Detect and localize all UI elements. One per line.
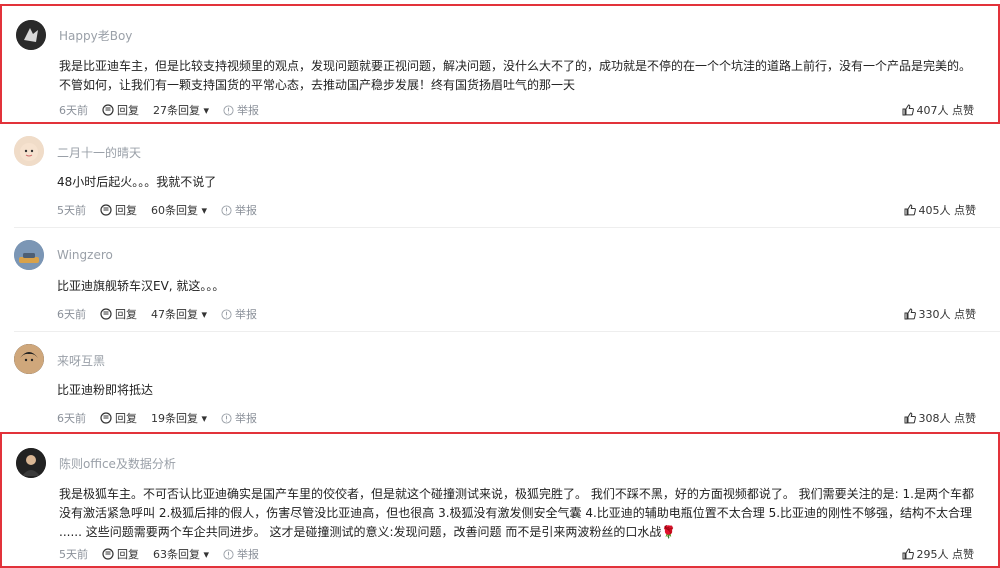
reply-count: 47条回复	[151, 308, 198, 321]
timestamp: 6天前	[57, 308, 86, 321]
username[interactable]: Wingzero	[57, 248, 113, 262]
comment-list: Happy老Boy 我是比亚迪车主，但是比较支持视频里的观点，发现问题就要正视问…	[0, 0, 1000, 568]
comment-line: 比亚迪旗舰轿车汉EV, 就这。。。	[57, 279, 225, 293]
reply-button[interactable]: 回复	[100, 202, 137, 218]
reply-icon	[100, 412, 112, 424]
caret-down-icon: ▾	[201, 412, 208, 425]
reply-count-toggle[interactable]: 47条回复 ▾	[151, 306, 207, 322]
avatar[interactable]	[14, 240, 44, 270]
warning-icon	[223, 104, 234, 116]
report-label: 举报	[237, 548, 260, 561]
avatar[interactable]	[16, 448, 46, 478]
comment-meta: 5天前 回复 63条回复 ▾ 举报	[59, 546, 259, 562]
comment-item: Wingzero 比亚迪旗舰轿车汉EV, 就这。。。 6天前 回复 47条回复 …	[0, 228, 1000, 332]
comment-meta: 6天前 回复 19条回复 ▾ 举报	[57, 410, 257, 426]
comment-item: 二月十一的晴天 48小时后起火。。。我就不说了 5天前 回复 60条回复 ▾ 举…	[0, 124, 1000, 228]
report-label: 举报	[235, 412, 258, 425]
reply-icon	[100, 308, 112, 320]
reply-label: 回复	[117, 104, 139, 117]
reply-count: 27条回复	[153, 104, 200, 117]
reply-label: 回复	[115, 204, 137, 217]
comment-item: 来呀互黑 比亚迪粉即将抵达 6天前 回复 19条回复 ▾ 举报 308人 点赞	[0, 332, 1000, 436]
comment-item: Happy老Boy 我是比亚迪车主，但是比较支持视频里的观点，发现问题就要正视问…	[0, 4, 1000, 124]
reply-icon	[102, 104, 114, 116]
comment-text: 我是极狐车主。不可否认比亚迪确实是国产车里的佼佼者，但是就这个碰撞测试来说，极狐…	[59, 485, 974, 542]
like-button[interactable]: 295人 点赞	[902, 546, 975, 562]
reply-label: 回复	[117, 548, 139, 561]
reply-count-toggle[interactable]: 27条回复 ▾	[153, 102, 209, 118]
timestamp: 6天前	[59, 104, 88, 117]
reply-button[interactable]: 回复	[102, 546, 139, 562]
reply-button[interactable]: 回复	[102, 102, 139, 118]
comment-line: ...... 这些问题需要两个车企共同进步。 这才是碰撞测试的意义:发现问题，改…	[59, 525, 677, 539]
caret-down-icon: ▾	[203, 548, 210, 561]
warning-icon	[221, 204, 232, 216]
reply-count: 63条回复	[153, 548, 200, 561]
reply-icon	[102, 548, 114, 560]
comment-line: 48小时后起火。。。我就不说了	[57, 175, 217, 189]
avatar[interactable]	[14, 136, 44, 166]
timestamp: 5天前	[59, 548, 88, 561]
comment-text: 比亚迪旗舰轿车汉EV, 就这。。。	[57, 277, 976, 296]
reply-count-toggle[interactable]: 63条回复 ▾	[153, 546, 209, 562]
thumbs-up-icon	[902, 548, 914, 560]
comment-meta: 6天前 回复 27条回复 ▾ 举报	[59, 102, 259, 118]
like-button[interactable]: 407人 点赞	[902, 102, 975, 118]
report-button[interactable]: 举报	[223, 546, 259, 562]
reply-count-toggle[interactable]: 60条回复 ▾	[151, 202, 207, 218]
username[interactable]: 来呀互黑	[57, 352, 105, 369]
thumbs-up-icon	[904, 308, 916, 320]
thumbs-up-icon	[904, 204, 916, 216]
reply-icon	[100, 204, 112, 216]
timestamp: 6天前	[57, 412, 86, 425]
like-button[interactable]: 405人 点赞	[904, 202, 977, 218]
comment-text: 我是比亚迪车主，但是比较支持视频里的观点，发现问题就要正视问题，解决问题，没什么…	[59, 57, 974, 95]
like-count: 295人 点赞	[916, 548, 975, 561]
reply-count-toggle[interactable]: 19条回复 ▾	[151, 410, 207, 426]
report-button[interactable]: 举报	[221, 306, 257, 322]
caret-down-icon: ▾	[203, 104, 210, 117]
report-label: 举报	[235, 308, 258, 321]
like-button[interactable]: 308人 点赞	[904, 410, 977, 426]
comment-item: 陈则office及数据分析 我是极狐车主。不可否认比亚迪确实是国产车里的佼佼者，…	[0, 432, 1000, 568]
caret-down-icon: ▾	[201, 308, 208, 321]
comment-line: 我是极狐车主。不可否认比亚迪确实是国产车里的佼佼者，但是就这个碰撞测试来说，极狐…	[59, 487, 974, 501]
comment-line: 没有激活紧急呼叫 2.极狐后排的假人，伤害尽管没比亚迪高，但也很高 3.极狐没有…	[59, 506, 973, 520]
like-count: 330人 点赞	[918, 308, 977, 321]
comment-line: 我是比亚迪车主，但是比较支持视频里的观点，发现问题就要正视问题，解决问题，没什么…	[59, 59, 972, 73]
reply-button[interactable]: 回复	[100, 306, 137, 322]
comment-line: 不管如何，让我们有一颗支持国货的平常心态，去推动国产稳步发展！终有国货扬眉吐气的…	[59, 78, 576, 92]
like-count: 308人 点赞	[918, 412, 977, 425]
like-count: 407人 点赞	[916, 104, 975, 117]
comment-text: 比亚迪粉即将抵达	[57, 381, 976, 400]
warning-icon	[221, 412, 232, 424]
warning-icon	[221, 308, 232, 320]
reply-label: 回复	[115, 308, 137, 321]
comment-meta: 5天前 回复 60条回复 ▾ 举报	[57, 202, 257, 218]
like-button[interactable]: 330人 点赞	[904, 306, 977, 322]
report-button[interactable]: 举报	[221, 202, 257, 218]
timestamp: 5天前	[57, 204, 86, 217]
thumbs-up-icon	[902, 104, 914, 116]
avatar[interactable]	[14, 344, 44, 374]
comment-line: 比亚迪粉即将抵达	[57, 383, 154, 397]
avatar[interactable]	[16, 20, 46, 50]
reply-button[interactable]: 回复	[100, 410, 137, 426]
comment-meta: 6天前 回复 47条回复 ▾ 举报	[57, 306, 257, 322]
warning-icon	[223, 548, 234, 560]
reply-count: 19条回复	[151, 412, 198, 425]
report-label: 举报	[235, 204, 258, 217]
report-button[interactable]: 举报	[221, 410, 257, 426]
caret-down-icon: ▾	[201, 204, 208, 217]
username[interactable]: 二月十一的晴天	[57, 144, 141, 161]
reply-label: 回复	[115, 412, 137, 425]
report-button[interactable]: 举报	[223, 102, 259, 118]
report-label: 举报	[237, 104, 260, 117]
thumbs-up-icon	[904, 412, 916, 424]
username[interactable]: 陈则office及数据分析	[59, 455, 176, 472]
reply-count: 60条回复	[151, 204, 198, 217]
comment-text: 48小时后起火。。。我就不说了	[57, 173, 976, 192]
username[interactable]: Happy老Boy	[59, 27, 132, 44]
like-count: 405人 点赞	[918, 204, 977, 217]
